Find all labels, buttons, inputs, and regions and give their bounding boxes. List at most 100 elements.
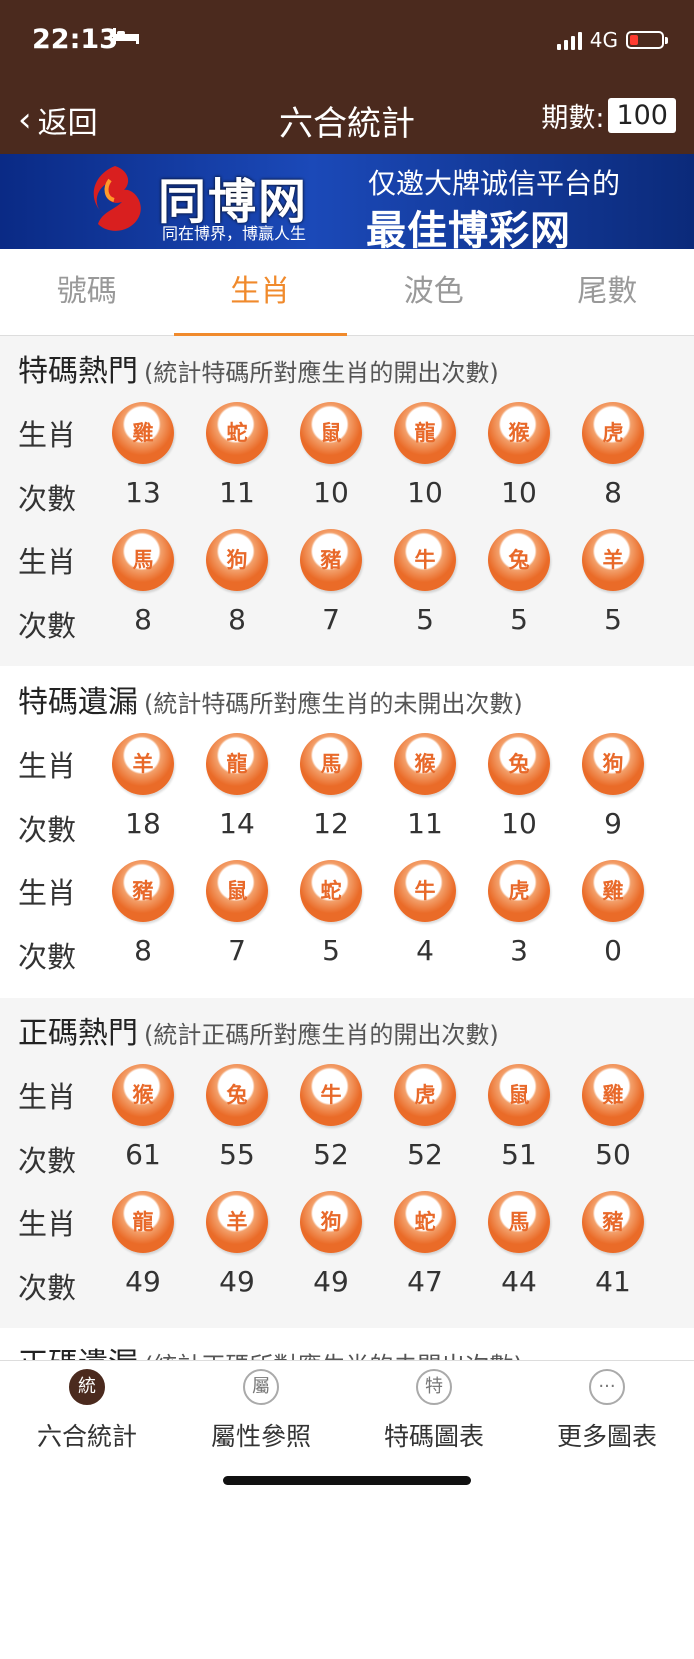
category-tabs: 號碼 生肖 波色 尾數 bbox=[0, 249, 694, 336]
count-value: 8 bbox=[112, 603, 174, 636]
section-heading: 特碼熱門 bbox=[18, 354, 138, 389]
count-row-label: 次數 bbox=[18, 807, 76, 849]
zodiac-ball: 豬 bbox=[112, 860, 174, 922]
bottom-nav-special-chart[interactable]: 特 特碼圖表 bbox=[347, 1369, 521, 1453]
count-value: 5 bbox=[488, 603, 550, 636]
zodiac-ball: 雞 bbox=[582, 860, 644, 922]
bottom-nav-stats[interactable]: 統 六合統計 bbox=[0, 1369, 174, 1453]
count-row: 次數615552525150 bbox=[0, 1128, 694, 1188]
section-heading: 特碼遺漏 bbox=[18, 685, 138, 720]
zodiac-name: 兔 bbox=[488, 544, 550, 574]
count-row-label: 次數 bbox=[18, 603, 76, 645]
home-indicator[interactable] bbox=[223, 1476, 471, 1485]
zodiac-name: 蛇 bbox=[300, 875, 362, 905]
zodiac-name: 兔 bbox=[488, 748, 550, 778]
zodiac-ball: 虎 bbox=[488, 860, 550, 922]
zodiac-name: 雞 bbox=[582, 1079, 644, 1109]
count-value: 7 bbox=[206, 934, 268, 967]
zodiac-name: 豬 bbox=[300, 544, 362, 574]
count-row: 次數13111010108 bbox=[0, 466, 694, 526]
zodiac-row-label: 生肖 bbox=[18, 412, 76, 454]
zodiac-ball: 狗 bbox=[300, 1191, 362, 1253]
zodiac-name: 猴 bbox=[488, 417, 550, 447]
zodiac-name: 羊 bbox=[112, 748, 174, 778]
zodiac-ball: 龍 bbox=[394, 402, 456, 464]
zodiac-name: 鼠 bbox=[300, 417, 362, 447]
zodiac-ball: 虎 bbox=[394, 1064, 456, 1126]
zodiac-name: 狗 bbox=[582, 748, 644, 778]
tab-numbers[interactable]: 號碼 bbox=[0, 249, 174, 335]
section-heading: 正碼熱門 bbox=[18, 1016, 138, 1051]
bottom-nav-label: 六合統計 bbox=[0, 1417, 174, 1453]
tab-zodiac[interactable]: 生肖 bbox=[174, 249, 348, 335]
zodiac-name: 雞 bbox=[582, 875, 644, 905]
count-row: 次數18141211109 bbox=[0, 797, 694, 857]
tab-wave-color[interactable]: 波色 bbox=[347, 249, 521, 335]
zodiac-name: 鼠 bbox=[206, 875, 268, 905]
zodiac-ball: 猴 bbox=[394, 733, 456, 795]
zodiac-row-label: 生肖 bbox=[18, 870, 76, 912]
zodiac-name: 虎 bbox=[582, 417, 644, 447]
count-value: 9 bbox=[582, 807, 644, 840]
tab-tail-number[interactable]: 尾數 bbox=[521, 249, 694, 335]
period-value[interactable]: 100 bbox=[608, 98, 676, 133]
count-value: 18 bbox=[112, 807, 174, 840]
zodiac-ball: 羊 bbox=[582, 529, 644, 591]
count-value: 10 bbox=[488, 476, 550, 509]
signal-icon bbox=[557, 30, 582, 50]
zodiac-ball: 兔 bbox=[488, 529, 550, 591]
zodiac-ball: 馬 bbox=[112, 529, 174, 591]
count-value: 10 bbox=[300, 476, 362, 509]
zodiac-name: 蛇 bbox=[206, 417, 268, 447]
zodiac-name: 馬 bbox=[300, 748, 362, 778]
zodiac-name: 牛 bbox=[300, 1079, 362, 1109]
banner-headline: 仅邀大牌诚信平台的 bbox=[368, 162, 620, 202]
count-value: 5 bbox=[300, 934, 362, 967]
zodiac-row-label: 生肖 bbox=[18, 1201, 76, 1243]
zodiac-ball: 豬 bbox=[582, 1191, 644, 1253]
count-value: 41 bbox=[582, 1265, 644, 1298]
zodiac-name: 猴 bbox=[394, 748, 456, 778]
zodiac-name: 羊 bbox=[206, 1206, 268, 1236]
zodiac-row: 生肖羊龍馬猴兔狗 bbox=[0, 733, 694, 793]
network-type: 4G bbox=[590, 28, 618, 52]
zodiac-row: 生肖豬鼠蛇牛虎雞 bbox=[0, 860, 694, 920]
zodiac-ball: 兔 bbox=[206, 1064, 268, 1126]
zodiac-name: 蛇 bbox=[394, 1206, 456, 1236]
zodiac-ball: 豬 bbox=[300, 529, 362, 591]
bottom-nav-more[interactable]: ··· 更多圖表 bbox=[520, 1369, 694, 1453]
count-value: 49 bbox=[206, 1265, 268, 1298]
zodiac-ball: 鼠 bbox=[206, 860, 268, 922]
zodiac-name: 龍 bbox=[206, 748, 268, 778]
zodiac-name: 雞 bbox=[112, 417, 174, 447]
attributes-icon: 屬 bbox=[243, 1369, 279, 1405]
zodiac-ball: 鼠 bbox=[300, 402, 362, 464]
count-value: 55 bbox=[206, 1138, 268, 1171]
status-indicators: 4G bbox=[557, 28, 664, 52]
period-selector[interactable]: 期數: 100 bbox=[541, 96, 676, 135]
section-title: 正碼熱門(統計正碼所對應生肖的開出次數) bbox=[18, 1008, 499, 1052]
zodiac-ball: 猴 bbox=[488, 402, 550, 464]
zodiac-ball: 蛇 bbox=[206, 402, 268, 464]
count-value: 0 bbox=[582, 934, 644, 967]
count-value: 49 bbox=[300, 1265, 362, 1298]
zodiac-name: 豬 bbox=[582, 1206, 644, 1236]
status-time: 22:13 bbox=[32, 24, 118, 55]
bottom-nav-attributes[interactable]: 屬 屬性參照 bbox=[174, 1369, 348, 1453]
zodiac-name: 虎 bbox=[488, 875, 550, 905]
count-value: 3 bbox=[488, 934, 550, 967]
zodiac-name: 龍 bbox=[112, 1206, 174, 1236]
bottom-nav-label: 屬性參照 bbox=[174, 1417, 348, 1453]
section-subtitle: (統計特碼所對應生肖的未開出次數) bbox=[144, 690, 523, 718]
count-value: 7 bbox=[300, 603, 362, 636]
zodiac-ball: 馬 bbox=[300, 733, 362, 795]
zodiac-name: 兔 bbox=[206, 1079, 268, 1109]
count-value: 10 bbox=[394, 476, 456, 509]
count-value: 47 bbox=[394, 1265, 456, 1298]
zodiac-row-label: 生肖 bbox=[18, 539, 76, 581]
ad-banner[interactable]: 同博网 同在博界，博赢人生 仅邀大牌诚信平台的 最佳博彩网 bbox=[0, 154, 694, 249]
zodiac-ball: 雞 bbox=[582, 1064, 644, 1126]
zodiac-row: 生肖猴兔牛虎鼠雞 bbox=[0, 1064, 694, 1124]
zodiac-row: 生肖 雞 蛇 鼠 龍 猴 虎 bbox=[0, 402, 694, 462]
special-chart-icon: 特 bbox=[416, 1369, 452, 1405]
